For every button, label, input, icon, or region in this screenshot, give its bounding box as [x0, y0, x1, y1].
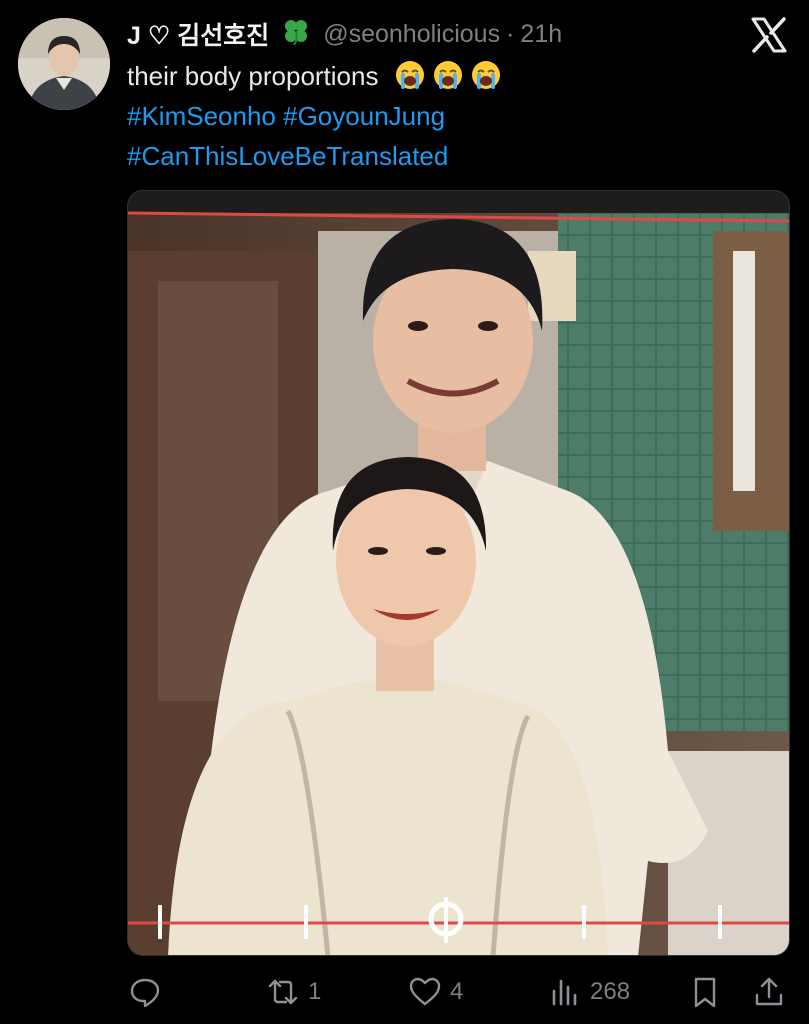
- hashtag-link[interactable]: #CanThisLoveBeTranslated: [127, 141, 448, 171]
- hashtag-link[interactable]: #KimSeonho: [127, 101, 276, 131]
- reply-icon: [130, 978, 160, 1008]
- loudly-crying-face-icon: [394, 59, 426, 91]
- hashtag-link[interactable]: #GoyounJung: [283, 101, 445, 131]
- separator-dot: ·: [506, 19, 515, 48]
- share-button[interactable]: [752, 970, 786, 1014]
- tweet-actions: 1 4 268: [0, 970, 809, 1014]
- views-icon: [552, 979, 577, 1006]
- loudly-crying-face-icon: [432, 59, 464, 91]
- loudly-crying-face-icon: [470, 59, 502, 91]
- views-button[interactable]: 268: [548, 970, 630, 1014]
- retweet-count: 1: [308, 978, 322, 1005]
- like-count: 4: [450, 978, 464, 1005]
- views-count: 268: [590, 978, 631, 1005]
- bookmark-button[interactable]: [688, 970, 722, 1014]
- x-logo-icon[interactable]: [748, 14, 790, 56]
- retweet-button[interactable]: 1: [266, 970, 321, 1014]
- photo-image: [128, 191, 789, 955]
- bookmark-icon: [694, 977, 716, 1008]
- tweet-text: their body proportions: [127, 61, 379, 91]
- tweet-timestamp[interactable]: 21h: [520, 20, 562, 49]
- user-handle[interactable]: @seonholicious: [323, 20, 500, 49]
- tweet-header: J ♡ 김선호진 @seonholicious · 21h: [127, 16, 562, 52]
- display-name[interactable]: J ♡ 김선호진: [127, 16, 269, 52]
- like-button[interactable]: 4: [408, 970, 463, 1014]
- heart-icon: [409, 977, 441, 1006]
- tweet-photo[interactable]: [127, 190, 790, 956]
- tweet-body: their body proportions #KimSeonho #Goyou…: [127, 56, 508, 176]
- retweet-icon: [268, 979, 298, 1005]
- reply-button[interactable]: [128, 970, 162, 1014]
- four-leaf-clover-icon: [281, 16, 311, 53]
- share-icon: [755, 977, 783, 1006]
- avatar[interactable]: [18, 18, 110, 110]
- avatar-image: [18, 18, 110, 110]
